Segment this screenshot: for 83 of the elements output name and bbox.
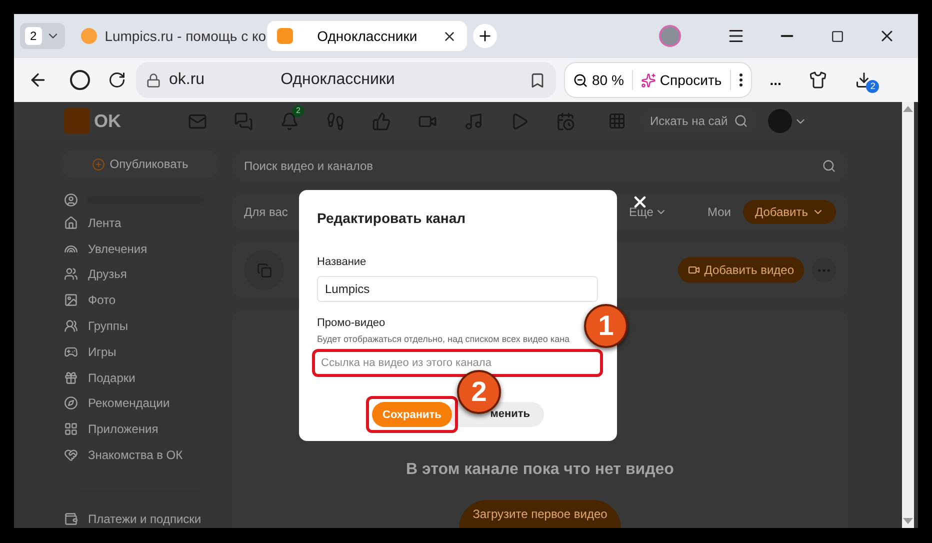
scroll-down-icon[interactable] [903, 518, 913, 524]
browser-tab[interactable]: Одноклассники [266, 21, 467, 51]
sparkles-icon [640, 72, 656, 88]
music-icon[interactable] [464, 112, 482, 130]
group-icon [64, 319, 78, 334]
page-title: Одноклассники [280, 70, 396, 90]
new-tab-button[interactable] [472, 24, 497, 48]
lock-icon [146, 72, 161, 88]
tab[interactable]: Мои [707, 203, 731, 221]
compass-icon [64, 396, 78, 410]
bell-icon[interactable] [280, 112, 298, 130]
zoom-button[interactable]: 80 % [573, 70, 624, 90]
add-button[interactable]: Добавить [742, 200, 836, 224]
house-icon [64, 216, 78, 230]
stacked-squares-icon [256, 262, 272, 278]
more-button[interactable] [812, 258, 836, 282]
search-icon [822, 159, 836, 173]
gamepad-icon [64, 344, 78, 359]
tab[interactable]: Для вас [244, 203, 288, 221]
people-icon [64, 267, 78, 282]
more-icon[interactable] [738, 73, 743, 87]
sidebar-item[interactable]: Подарки [60, 364, 220, 391]
minimize-icon[interactable] [781, 35, 793, 37]
field-label: Промо-видео [317, 316, 386, 330]
save-button[interactable]: Сохранить [372, 402, 452, 428]
plus-icon [476, 28, 493, 44]
image-icon [64, 293, 78, 308]
grid-icon [64, 422, 78, 436]
search-placeholder: Поиск видео и каналов [244, 158, 374, 175]
more-button[interactable]: ... [770, 70, 782, 90]
sidebar-item[interactable]: Фото [60, 287, 220, 314]
ask-button[interactable]: Спросить [640, 70, 722, 90]
sidebar-item[interactable]: Платежи и подписки [60, 510, 220, 528]
bookmark-icon[interactable] [529, 72, 546, 88]
plus-circle-icon [92, 158, 105, 170]
download-count-badge: 2 [866, 80, 880, 93]
step-number-badge: 1 [584, 304, 628, 348]
chat-icon[interactable] [234, 112, 252, 130]
mail-icon[interactable] [188, 112, 206, 130]
dialog-title: Редактировать канал [317, 209, 467, 228]
search-placeholder: Искать на сай [650, 113, 728, 130]
gift-icon [64, 370, 78, 385]
upload-button[interactable]: Загрузите первое видео [458, 500, 622, 528]
notification-count: 2 [292, 104, 304, 116]
site-logo[interactable]: OK [94, 108, 174, 134]
sidebar-item[interactable]: Рекомендации [60, 390, 220, 416]
footprints-icon[interactable] [326, 112, 344, 130]
tab-title: Lumpics.ru - помощь с ко [104, 26, 266, 46]
tab-title: Одноклассники [316, 26, 418, 46]
maximize-icon [831, 30, 844, 42]
tab-count: 2 [25, 27, 42, 45]
sidebar-item[interactable]: Лента [60, 210, 220, 236]
field-hint: Будет отображаться отдельно, над списком всех видео кана [317, 333, 571, 346]
scrollbar[interactable] [902, 102, 914, 528]
scroll-up-icon[interactable] [903, 106, 913, 112]
video-camera-icon [688, 264, 700, 276]
video-link-input-field[interactable]: Ссылка на видео из этого канала [312, 348, 603, 376]
empty-message: В этом канале пока что нет видео [406, 460, 674, 480]
wallet-icon [64, 512, 78, 526]
name-input-field[interactable]: Lumpics [317, 276, 598, 302]
sidebar-item[interactable]: Приложения [60, 416, 220, 442]
sidebar-item[interactable]: Группы [60, 313, 220, 339]
address-bar[interactable]: ok.ru Одноклассники [136, 62, 556, 98]
profile-avatar[interactable] [659, 25, 681, 47]
hearts-icon [64, 448, 78, 462]
sidebar-item[interactable]: Друзья [60, 262, 220, 288]
calendar-icon[interactable] [556, 112, 574, 130]
menu-icon [727, 27, 745, 45]
search-icon [734, 114, 748, 128]
sidebar-item[interactable]: Игры [60, 338, 220, 365]
reload-icon [108, 71, 126, 89]
apps-grid-icon [608, 112, 626, 130]
user-avatar[interactable] [768, 109, 792, 133]
more-tab[interactable]: Еще [629, 203, 668, 221]
add-video-button[interactable]: Добавить видео [678, 257, 804, 283]
profile-icon [64, 193, 78, 207]
thumbs-up-icon[interactable] [372, 112, 390, 130]
field-label: Название [317, 255, 368, 270]
sidebar-item[interactable]: Увлечения [60, 236, 220, 262]
url-text: ok.ru [169, 70, 205, 90]
zoom-out-icon [573, 72, 588, 88]
tab-count-button[interactable]: 2 [20, 23, 65, 49]
sidebar-item[interactable]: Знакомства в ОК [60, 442, 220, 468]
